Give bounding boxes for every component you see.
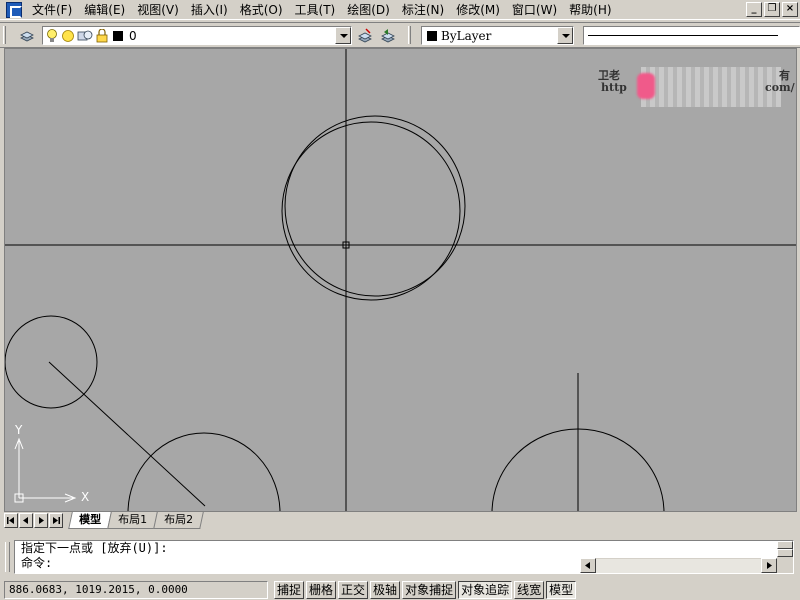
layer-dropdown[interactable]: 0 xyxy=(42,26,352,45)
object-tracking-button[interactable]: 对象追踪 xyxy=(458,581,513,599)
layout-tabs: 模型 布局1 布局2 xyxy=(4,512,797,529)
color-dropdown[interactable]: ByLayer xyxy=(421,26,574,45)
linetype-preview xyxy=(588,35,778,36)
command-window-grip[interactable] xyxy=(5,542,10,572)
close-icon[interactable]: × xyxy=(782,2,798,17)
layer-manager-icon[interactable] xyxy=(19,28,35,44)
ucs-x-label: X xyxy=(81,490,90,504)
polar-button[interactable]: 极轴 xyxy=(370,581,401,599)
sun-icon[interactable] xyxy=(61,29,75,43)
ortho-button[interactable]: 正交 xyxy=(338,581,369,599)
color-value: ByLayer xyxy=(441,28,492,43)
menu-format[interactable]: 格式(O) xyxy=(234,0,289,20)
line-diagonal[interactable] xyxy=(48,361,206,507)
menu-insert[interactable]: 插入(I) xyxy=(185,0,234,20)
model-space-button[interactable]: 模型 xyxy=(546,581,577,599)
menu-file[interactable]: 文件(F) xyxy=(26,0,78,20)
lightbulb-icon[interactable] xyxy=(45,28,59,44)
tab-layout1[interactable]: 布局1 xyxy=(107,512,158,529)
drawing-canvas[interactable]: Y X 卫老 有 http com/ xyxy=(4,48,797,512)
scroll-up-icon[interactable] xyxy=(777,541,793,549)
chevron-down-icon[interactable] xyxy=(557,27,573,44)
make-object-layer-current-icon[interactable] xyxy=(357,28,373,44)
layer-color-swatch xyxy=(113,30,123,41)
next-tab-icon[interactable] xyxy=(34,513,48,528)
layer-name: 0 xyxy=(129,28,137,43)
watermark-blur xyxy=(641,67,781,107)
menu-edit[interactable]: 编辑(E) xyxy=(78,0,131,20)
command-history-line: 指定下一点或 [放弃(U)]: xyxy=(21,541,168,555)
watermark-text-2-end: com/ xyxy=(765,81,795,94)
lock-icon[interactable] xyxy=(95,28,111,43)
scroll-down-icon[interactable] xyxy=(777,549,793,557)
ucs-y-label: Y xyxy=(15,423,23,437)
tab-model[interactable]: 模型 xyxy=(68,512,112,529)
layer-previous-icon[interactable] xyxy=(380,28,396,44)
coordinate-readout[interactable]: 886.0683, 1019.2015, 0.0000 xyxy=(4,581,268,599)
tab-model-label: 模型 xyxy=(79,513,102,526)
minimize-icon[interactable]: _ xyxy=(746,2,762,17)
menu-window[interactable]: 窗口(W) xyxy=(506,0,563,20)
status-bar: 886.0683, 1019.2015, 0.0000 捕捉 栅格 正交 极轴 … xyxy=(0,580,800,600)
ucs-icon xyxy=(14,437,77,503)
snap-button[interactable]: 捕捉 xyxy=(274,581,305,599)
last-tab-icon[interactable] xyxy=(49,513,63,528)
autocad-app-icon[interactable] xyxy=(6,1,22,18)
scroll-left-icon[interactable] xyxy=(580,558,596,573)
command-horizontal-scrollbar[interactable] xyxy=(580,558,777,573)
command-vertical-scrollbar[interactable] xyxy=(777,541,793,573)
lineweight-button[interactable]: 线宽 xyxy=(514,581,545,599)
first-tab-icon[interactable] xyxy=(4,513,18,528)
restore-icon[interactable]: ❐ xyxy=(764,2,780,17)
toolbar-grip[interactable] xyxy=(408,26,411,44)
chevron-down-icon[interactable] xyxy=(335,27,351,44)
linetype-dropdown[interactable] xyxy=(583,26,800,45)
toolbar-grip[interactable] xyxy=(3,26,6,44)
window-controls: _ ❐ × xyxy=(746,2,798,17)
grid-button[interactable]: 栅格 xyxy=(306,581,337,599)
color-swatch xyxy=(427,30,437,41)
command-window[interactable]: 指定下一点或 [放弃(U)]: 命令: xyxy=(14,540,794,574)
watermark-pink-mark xyxy=(637,73,655,99)
drawing-svg[interactable] xyxy=(5,49,797,512)
menu-tools[interactable]: 工具(T) xyxy=(289,0,342,20)
menu-dimension[interactable]: 标注(N) xyxy=(396,0,450,20)
object-snap-button[interactable]: 对象捕捉 xyxy=(402,581,457,599)
menu-view[interactable]: 视图(V) xyxy=(131,0,185,20)
menu-draw[interactable]: 绘图(D) xyxy=(341,0,396,20)
menu-help[interactable]: 帮助(H) xyxy=(563,0,617,20)
tab-layout2-label: 布局2 xyxy=(164,513,194,526)
menu-bar: 文件(F) 编辑(E) 视图(V) 插入(I) 格式(O) 工具(T) 绘图(D… xyxy=(0,0,800,20)
circle-inner[interactable] xyxy=(281,121,461,301)
watermark-text-2: http xyxy=(601,81,627,94)
tab-layout1-label: 布局1 xyxy=(118,513,148,526)
menu-modify[interactable]: 修改(M) xyxy=(450,0,506,20)
layers-toolbar: 0 ByLayer xyxy=(0,22,800,48)
viewport-freeze-icon[interactable] xyxy=(77,29,93,43)
tab-layout2[interactable]: 布局2 xyxy=(153,512,204,529)
scroll-right-icon[interactable] xyxy=(761,558,777,573)
previous-tab-icon[interactable] xyxy=(19,513,33,528)
arc-bottom-left[interactable] xyxy=(127,432,281,512)
